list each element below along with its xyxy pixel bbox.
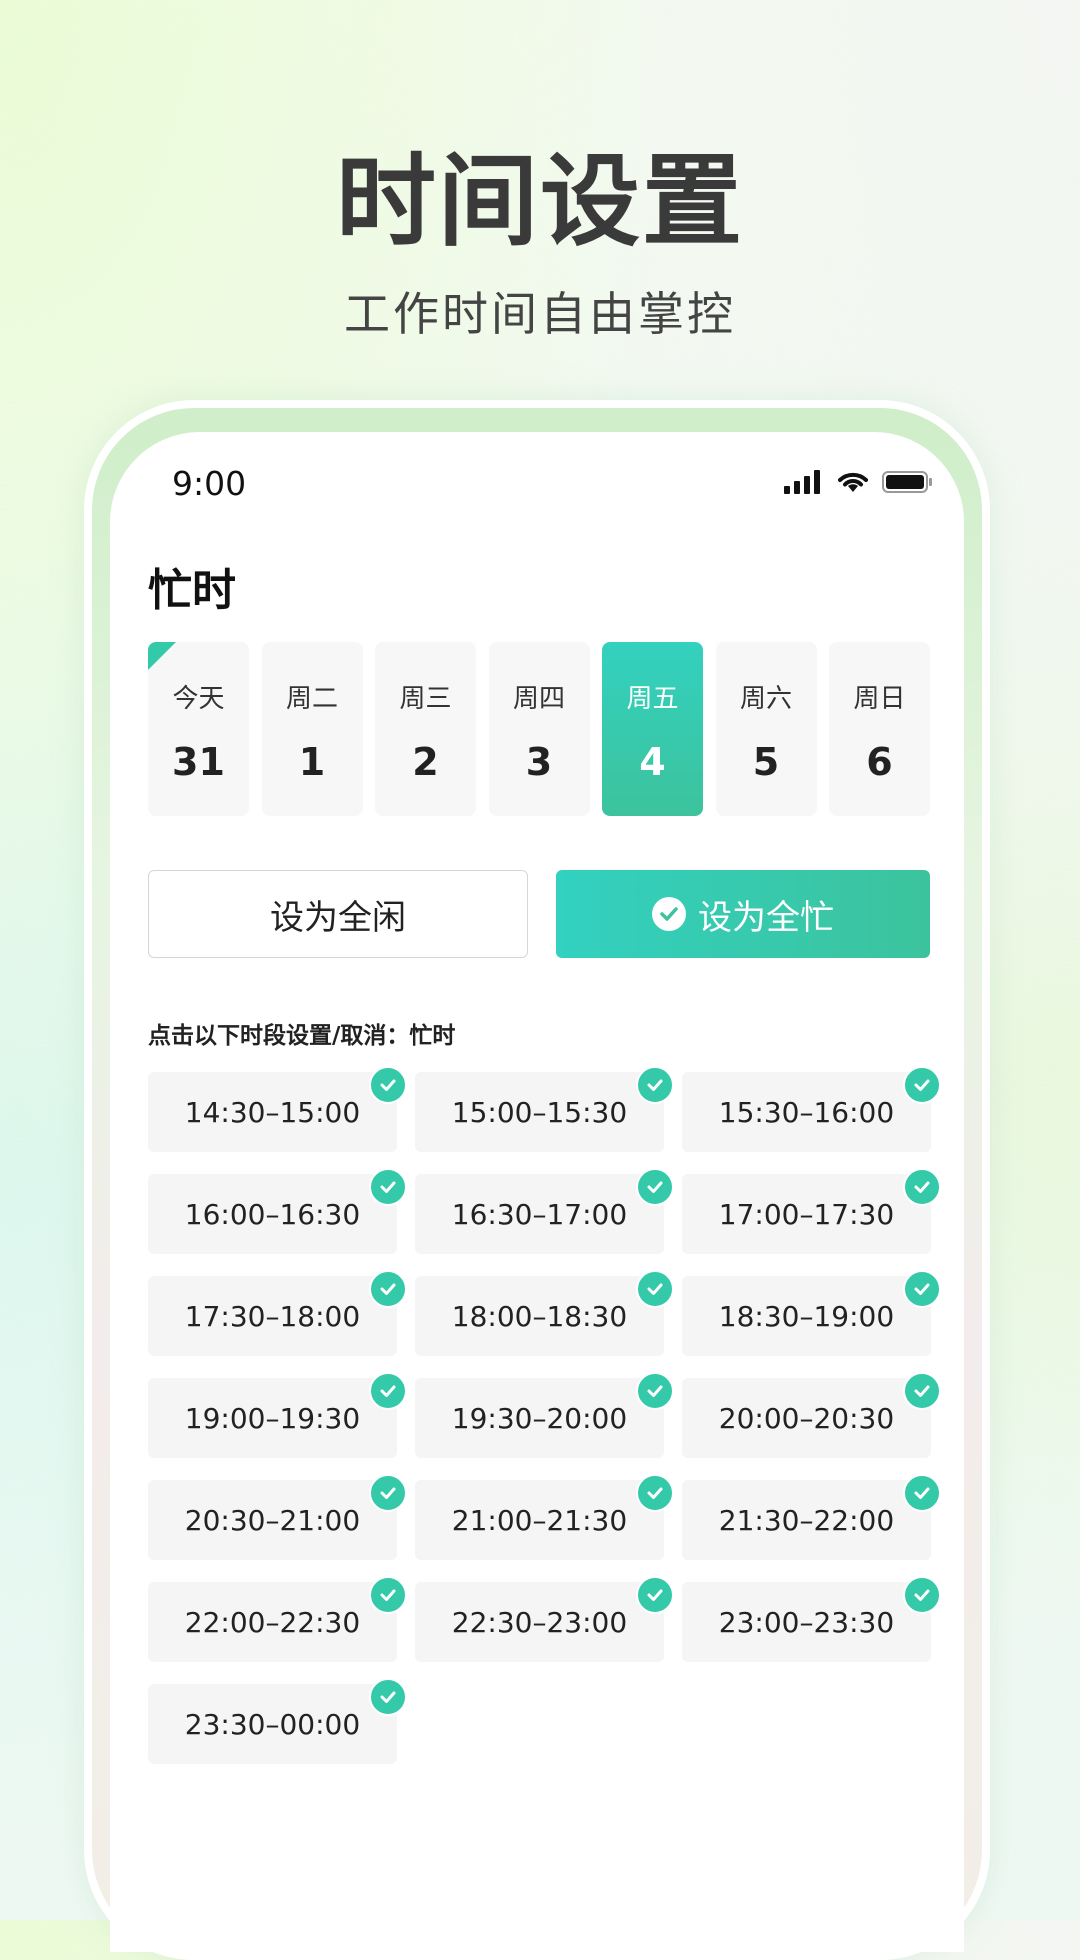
wifi-icon [838,472,868,492]
time-slot[interactable]: 23:30–00:00 [148,1678,407,1764]
day-card[interactable]: 周日 6 [829,642,930,816]
time-slot-label: 19:00–19:30 [184,1401,361,1435]
time-slot-label: 14:30–15:00 [184,1095,361,1129]
time-slot-label: 22:30–23:00 [451,1605,628,1639]
check-icon [636,1270,674,1308]
time-slot-label: 20:30–21:00 [184,1503,361,1537]
time-slot-label: 21:30–22:00 [718,1503,895,1537]
time-slot[interactable]: 21:30–22:00 [682,1474,941,1560]
time-slot[interactable]: 15:00–15:30 [415,1066,674,1152]
time-slot-label: 15:00–15:30 [451,1095,628,1129]
time-slot-label: 20:00–20:30 [718,1401,895,1435]
time-slot[interactable]: 22:00–22:30 [148,1576,407,1662]
time-slot[interactable]: 14:30–15:00 [148,1066,407,1152]
check-icon [903,1066,941,1104]
time-slot-label: 17:30–18:00 [184,1299,361,1333]
check-icon [369,1066,407,1104]
time-slot-label: 15:30–16:00 [718,1095,895,1129]
time-slot[interactable]: 17:00–17:30 [682,1168,941,1254]
day-card[interactable]: 周六 5 [715,642,817,816]
time-slot-label: 16:30–17:00 [451,1197,628,1231]
status-time: 9:00 [172,464,247,503]
status-icons [784,470,934,494]
day-card[interactable]: 周二 1 [261,642,363,816]
check-icon [903,1474,941,1512]
check-icon [903,1576,941,1614]
day-number: 3 [525,740,553,784]
check-icon [636,1066,674,1104]
signal-icon [784,470,820,494]
day-number: 31 [172,740,225,784]
battery-icon [882,471,932,493]
instruction-text: 点击以下时段设置/取消：忙时 [148,1023,456,1049]
day-card[interactable]: 周五 4 [602,642,703,816]
day-number: 1 [298,740,326,784]
check-circle-icon [652,897,686,931]
check-icon [903,1168,941,1206]
check-icon [369,1270,407,1308]
check-icon [636,1576,674,1614]
time-slot[interactable]: 20:00–20:30 [682,1372,941,1458]
time-slot-label: 17:00–17:30 [718,1197,895,1231]
set-all-busy-label: 设为全忙 [698,897,834,938]
page-title: 忙时 [148,565,236,616]
day-name: 今天 [172,684,225,714]
check-icon [369,1474,407,1512]
check-icon [369,1168,407,1206]
check-icon [903,1372,941,1410]
time-slot[interactable]: 15:30–16:00 [682,1066,941,1152]
time-slot[interactable]: 20:30–21:00 [148,1474,407,1560]
time-slot[interactable]: 18:30–19:00 [682,1270,941,1356]
time-slot[interactable]: 19:30–20:00 [415,1372,674,1458]
day-number: 2 [412,740,439,784]
time-slot-label: 23:30–00:00 [184,1707,361,1741]
hero-subtitle: 工作时间自由掌控 [344,287,736,341]
day-card[interactable]: 今天 31 [148,642,249,816]
time-slot[interactable]: 16:00–16:30 [148,1168,407,1254]
check-icon [369,1576,407,1614]
today-corner-marker [148,642,176,670]
day-name: 周五 [626,684,679,714]
check-icon [903,1270,941,1308]
day-number: 4 [639,740,666,784]
day-number: 5 [752,740,780,784]
day-name: 周六 [739,684,792,714]
day-selector: 今天 31 周二 1 周三 2 周四 3 周五 4 周六 5 周日 6 [148,642,930,816]
check-icon [636,1168,674,1206]
day-card[interactable]: 周四 3 [488,642,590,816]
time-slot-label: 19:30–20:00 [451,1401,628,1435]
set-all-idle-button[interactable]: 设为全闲 [148,870,528,958]
time-slot[interactable]: 22:30–23:00 [415,1576,674,1662]
time-slot[interactable]: 23:00–23:30 [682,1576,941,1662]
check-icon [636,1372,674,1410]
phone-screen: 9:00 忙时 今天 31 周二 1 周三 2 周四 3 周五 4 周六 5 周日 6 设为全闲 设为全忙… [110,432,964,1952]
time-slot[interactable]: 17:30–18:00 [148,1270,407,1356]
check-icon [369,1678,407,1716]
time-slot-label: 22:00–22:30 [184,1605,361,1639]
time-slot[interactable]: 19:00–19:30 [148,1372,407,1458]
hero-title: 时间设置 [336,143,744,260]
time-slot-label: 21:00–21:30 [451,1503,628,1537]
day-name: 周二 [285,684,338,714]
time-slot[interactable]: 18:00–18:30 [415,1270,674,1356]
time-slot-label: 18:30–19:00 [718,1299,895,1333]
day-name: 周四 [512,684,565,714]
time-slot-label: 16:00–16:30 [184,1197,361,1231]
check-icon [636,1474,674,1512]
day-name: 周日 [853,684,906,714]
time-slot-label: 23:00–23:30 [718,1605,895,1639]
day-card[interactable]: 周三 2 [375,642,476,816]
day-name: 周三 [399,684,452,714]
time-slot-label: 18:00–18:30 [451,1299,628,1333]
day-number: 6 [866,740,893,784]
check-icon [369,1372,407,1410]
set-all-idle-label: 设为全闲 [270,897,406,938]
set-all-busy-button[interactable]: 设为全忙 [556,870,930,958]
time-slot[interactable]: 21:00–21:30 [415,1474,674,1560]
time-slot[interactable]: 16:30–17:00 [415,1168,674,1254]
